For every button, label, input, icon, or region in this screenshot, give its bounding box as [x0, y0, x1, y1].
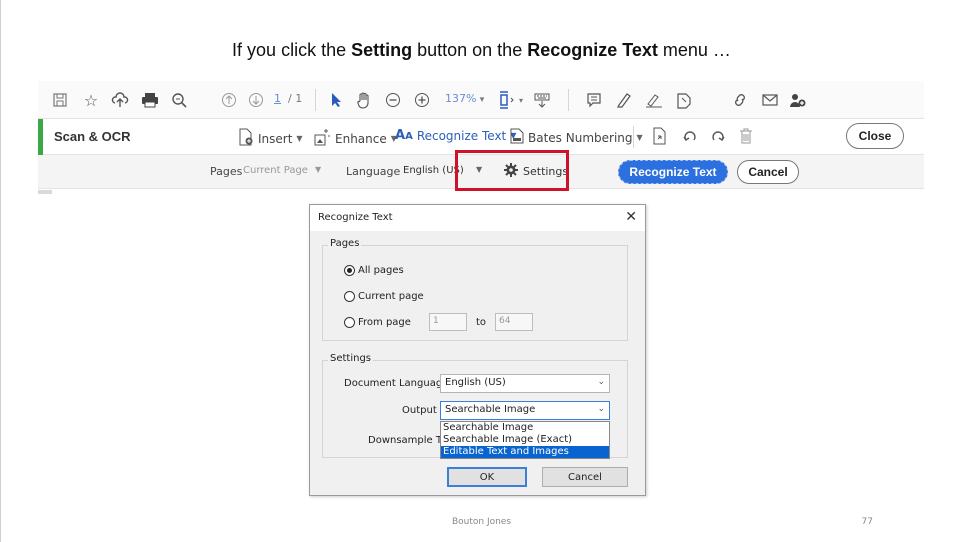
insert-icon — [238, 128, 254, 149]
star-icon[interactable]: ☆ — [81, 90, 101, 110]
delete-icon[interactable] — [736, 126, 756, 146]
document-edge — [38, 190, 52, 194]
add-user-icon[interactable] — [788, 90, 808, 110]
chevron-down-icon: ⌄ — [597, 404, 605, 414]
bates-numbering-icon — [510, 128, 524, 147]
downsample-label: Downsample To — [368, 435, 447, 446]
output-options-list: Searchable Image Searchable Image (Exact… — [440, 421, 610, 459]
rotate-left-icon[interactable] — [680, 126, 700, 146]
pages-dropdown[interactable]: Current Page — [243, 165, 308, 176]
pen-icon[interactable] — [614, 90, 634, 110]
zoom-search-icon[interactable] — [169, 90, 189, 110]
recognize-text-menu[interactable]: AA Recognize Text ▼ — [395, 128, 516, 143]
radio-icon — [344, 291, 355, 302]
pages-label: Pages — [210, 165, 243, 178]
document-language-select[interactable]: English (US) ⌄ — [440, 374, 610, 393]
save-icon[interactable] — [50, 90, 70, 110]
output-option[interactable]: Searchable Image (Exact) — [441, 434, 609, 446]
tool-title: Scan & OCR — [54, 129, 131, 144]
slide: If you click the Setting button on the R… — [0, 0, 961, 542]
output-option-selected[interactable]: Editable Text and Images — [441, 446, 609, 458]
next-page-icon[interactable] — [246, 90, 266, 110]
hand-tool-icon[interactable] — [354, 90, 374, 110]
current-page-radio[interactable]: Current page — [344, 291, 424, 302]
pages-group-label: Pages — [328, 238, 362, 249]
zoom-out-icon[interactable] — [383, 90, 403, 110]
settings-group-label: Settings — [328, 353, 374, 364]
enhance-label: Enhance — [335, 131, 387, 146]
language-label: Language — [346, 165, 401, 178]
from-page-radio[interactable]: From page — [344, 317, 411, 328]
chevron-down-icon: ▼ — [296, 134, 303, 143]
bates-numbering-menu[interactable]: Bates Numbering ▼ — [510, 128, 643, 147]
output-label: Output — [402, 405, 437, 416]
document-language-value: English (US) — [445, 377, 506, 388]
output-value: Searchable Image — [445, 404, 536, 415]
extract-page-icon[interactable] — [650, 126, 670, 146]
insert-label: Insert — [258, 131, 293, 146]
zoom-dropdown-icon[interactable]: ▾ — [472, 90, 492, 110]
slide-caption: If you click the Setting button on the R… — [1, 40, 961, 61]
fill-sign-icon[interactable] — [674, 90, 694, 110]
page-number-input[interactable]: 1 — [274, 92, 281, 105]
keyboard-icon[interactable] — [532, 90, 552, 110]
toolbar-divider — [633, 126, 634, 148]
caption-bold-setting: Setting — [351, 40, 413, 60]
bates-numbering-label: Bates Numbering — [528, 130, 633, 145]
enhance-icon — [313, 128, 331, 149]
chevron-down-icon: ▼ — [636, 133, 643, 142]
page-total: / 1 — [288, 92, 303, 105]
from-page-label: From page — [358, 317, 411, 328]
dialog-title-bar: Recognize Text ✕ — [310, 205, 645, 231]
current-page-label: Current page — [358, 291, 424, 302]
rotate-right-icon[interactable] — [708, 126, 728, 146]
dialog-cancel-button[interactable]: Cancel — [542, 467, 628, 487]
email-icon[interactable] — [760, 90, 780, 110]
chevron-down-icon[interactable]: ▼ — [315, 165, 321, 174]
output-option[interactable]: Searchable Image — [441, 422, 609, 434]
comment-icon[interactable] — [584, 90, 604, 110]
chevron-down-icon: ⌄ — [597, 377, 605, 387]
page-fit-dropdown-icon[interactable]: ▾ — [511, 90, 531, 110]
previous-page-icon[interactable] — [219, 90, 239, 110]
select-cursor-icon[interactable] — [326, 90, 346, 110]
tool-accent-bar — [38, 119, 43, 155]
output-select[interactable]: Searchable Image ⌄ — [440, 401, 610, 420]
slide-footer-author: Bouton Jones — [451, 517, 512, 527]
recognize-text-label: Recognize Text — [416, 128, 507, 143]
close-icon[interactable]: ✕ — [625, 209, 637, 225]
from-page-input[interactable]: 1 — [429, 313, 467, 331]
all-pages-radio[interactable]: All pages — [344, 265, 404, 276]
document-language-label: Document Language — [344, 378, 449, 389]
settings-highlight-box — [455, 150, 569, 191]
sign-icon[interactable] — [644, 90, 664, 110]
toolbar-divider — [568, 89, 569, 111]
to-label: to — [476, 317, 487, 328]
radio-selected-icon — [344, 265, 355, 276]
recognize-text-dialog: Recognize Text ✕ Pages All pages Current… — [309, 204, 646, 496]
ok-button[interactable]: OK — [447, 467, 527, 487]
insert-menu[interactable]: Insert ▼ — [238, 128, 303, 149]
link-icon[interactable] — [730, 90, 750, 110]
recognize-text-icon: AA — [395, 128, 413, 143]
caption-bold-recognize: Recognize Text — [527, 40, 658, 60]
close-button[interactable]: Close — [846, 123, 904, 149]
print-icon[interactable] — [140, 90, 160, 110]
enhance-menu[interactable]: Enhance ▼ — [313, 128, 397, 149]
main-toolbar: ☆ 1 / 1 137% ▾ ▾ — [38, 81, 924, 119]
all-pages-label: All pages — [358, 265, 404, 276]
caption-text: If you click the — [232, 40, 352, 60]
cloud-upload-icon[interactable] — [110, 90, 130, 110]
caption-text: button on the — [412, 40, 528, 60]
cancel-button[interactable]: Cancel — [737, 160, 799, 184]
slide-number: 77 — [861, 517, 873, 527]
radio-icon — [344, 317, 355, 328]
caption-text: menu … — [657, 40, 731, 60]
recognize-text-button[interactable]: Recognize Text — [618, 160, 728, 184]
zoom-in-icon[interactable] — [412, 90, 432, 110]
to-page-input[interactable]: 64 — [495, 313, 533, 331]
toolbar-divider — [315, 89, 316, 111]
dialog-title: Recognize Text — [318, 212, 393, 223]
